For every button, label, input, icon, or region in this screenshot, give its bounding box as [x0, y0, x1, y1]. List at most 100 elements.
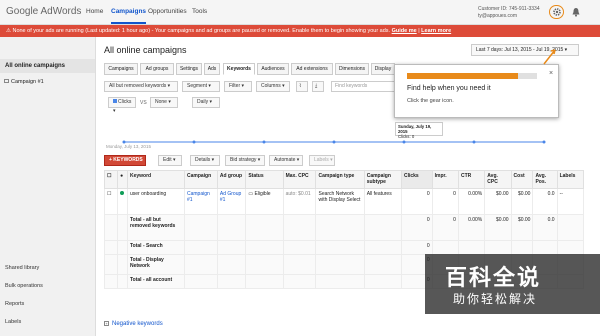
automate-dropdown[interactable]: Automate ▾: [269, 155, 303, 166]
edit-dropdown[interactable]: Edit ▾: [158, 155, 182, 166]
nav-opportunities[interactable]: Opportunities: [148, 8, 187, 15]
learn-more-link[interactable]: Learn more: [421, 28, 451, 34]
col-cost[interactable]: Cost: [510, 170, 534, 189]
row-status-dot[interactable]: [117, 188, 128, 215]
adwords-logo[interactable]: Google AdWords: [6, 6, 81, 17]
total-avg-cpc: $0.00: [484, 214, 512, 241]
cell-campaign-type: Search Network with Display Select: [315, 188, 365, 215]
cell-cost: $0.00: [510, 188, 534, 215]
col-labels[interactable]: Labels: [556, 170, 585, 189]
col-campaign[interactable]: Campaign: [183, 170, 218, 189]
details-dropdown[interactable]: Details ▾: [190, 155, 220, 166]
col-keyword[interactable]: Keyword: [127, 170, 185, 189]
col-status[interactable]: Status: [245, 170, 284, 189]
date-range-selector[interactable]: Last 7 days: Jul 13, 2015 - Jul 19, 2015…: [471, 44, 579, 56]
help-popup: × Find help when you need it Click the g…: [394, 64, 559, 118]
sidebar-campaign-item[interactable]: Campaign #1: [4, 79, 44, 85]
nav-campaigns[interactable]: Campaigns: [111, 8, 147, 24]
col-impr[interactable]: Impr.: [431, 170, 459, 189]
tab-ad-groups[interactable]: Ad groups: [140, 63, 174, 75]
sidebar-labels[interactable]: Labels: [5, 319, 21, 325]
tab-audiences[interactable]: Audiences: [257, 63, 289, 75]
watermark: 百科全说 助你轻松解决: [425, 254, 600, 314]
total-label: Total - all account: [127, 274, 185, 289]
chart-point[interactable]: [402, 140, 406, 144]
nav-home[interactable]: Home: [86, 8, 103, 15]
sidebar-campaign-label: Campaign #1: [11, 79, 44, 85]
col-ctr[interactable]: CTR: [457, 170, 486, 189]
select-all-checkbox[interactable]: ☐: [103, 170, 119, 189]
alert-banner: ⚠ None of your ads are running (Last upd…: [0, 25, 600, 37]
notification-bell-icon[interactable]: [571, 7, 581, 17]
metric2-dropdown[interactable]: None ▾: [150, 97, 178, 108]
filter-dropdown[interactable]: Filter ▾: [224, 81, 252, 92]
sidebar-bulk-operations[interactable]: Bulk operations: [5, 283, 43, 289]
arrow-pointer-icon: [543, 49, 556, 65]
nav-tools[interactable]: Tools: [192, 8, 207, 15]
expand-icon: +: [104, 321, 109, 326]
sidebar-shared-library[interactable]: Shared library: [5, 265, 39, 271]
tab-settings[interactable]: Settings: [176, 63, 202, 75]
cell-ad-group[interactable]: Ad Group #1: [216, 188, 247, 215]
labels-dropdown[interactable]: Labels ▾: [309, 155, 335, 166]
help-popup-text: Click the gear icon.: [407, 98, 454, 104]
bid-strategy-dropdown[interactable]: Bid strategy ▾: [225, 155, 265, 166]
tab-campaigns[interactable]: Campaigns: [104, 63, 138, 75]
chart-point[interactable]: [542, 140, 546, 144]
col-avg-cpc[interactable]: Avg. CPC: [484, 170, 512, 189]
total-row: Total - all but removed keywords 0 0 0.0…: [103, 214, 585, 241]
col-max-cpc[interactable]: Max. CPC: [282, 170, 317, 189]
tab-ads[interactable]: Ads: [204, 63, 220, 75]
tab-ad-extensions[interactable]: Ad extensions: [291, 63, 333, 75]
guide-me-link[interactable]: Guide me: [392, 28, 417, 34]
cell-avg-cpc: $0.00: [484, 188, 512, 215]
keyword-search-input[interactable]: Find keywords: [331, 81, 395, 92]
watermark-line2: 助你轻松解决: [453, 292, 538, 306]
chart-point[interactable]: [262, 140, 266, 144]
tab-display[interactable]: Display: [371, 63, 395, 75]
warning-icon: ⚠: [6, 28, 11, 34]
col-campaign-subtype[interactable]: Campaign subtype: [363, 170, 402, 189]
sidebar-all-campaigns[interactable]: All online campaigns: [0, 59, 95, 73]
metric2-label: None: [155, 99, 167, 105]
sidebar-reports[interactable]: Reports: [5, 301, 24, 307]
cell-max-cpc[interactable]: auto: $0.01: [282, 188, 317, 215]
status-dot-header: ●: [117, 170, 128, 189]
customer-info[interactable]: Customer ID: 745-911-3334 ty@appoues.com: [478, 6, 540, 20]
table-row: ☐ user onboarding Campaign #1 Ad Group #…: [103, 188, 585, 215]
col-clicks[interactable]: Clicks: [400, 170, 433, 189]
close-icon[interactable]: ×: [549, 70, 553, 77]
total-row: Total - Search 0: [103, 240, 585, 255]
period-label: Daily: [197, 99, 209, 105]
chart-point[interactable]: [332, 140, 336, 144]
line-chart-icon[interactable]: ⌇: [296, 81, 308, 92]
chevron-down-icon: ▾: [564, 47, 568, 53]
chart-point[interactable]: [192, 140, 196, 144]
total-clicks: 0: [400, 214, 433, 241]
cell-keyword[interactable]: user onboarding: [127, 188, 185, 215]
columns-dropdown[interactable]: Columns ▾: [256, 81, 290, 92]
comment-icon[interactable]: ▭: [248, 191, 253, 197]
period-dropdown[interactable]: Daily ▾: [192, 97, 220, 108]
segment-dropdown[interactable]: Segment ▾: [182, 81, 220, 92]
cell-campaign[interactable]: Campaign #1: [183, 188, 218, 215]
add-keywords-button[interactable]: + KEYWORDS: [104, 155, 146, 166]
metric1-dropdown[interactable]: Clicks ▾: [108, 97, 136, 114]
col-ad-group[interactable]: Ad group: [216, 170, 247, 189]
tab-keywords[interactable]: Keywords: [223, 63, 255, 75]
col-avg-pos[interactable]: Avg. Pos.: [532, 170, 558, 189]
tooltip-date: Sunday, July 19, 2015: [398, 124, 432, 134]
negative-keywords-toggle[interactable]: + Negative keywords: [104, 321, 163, 327]
details-label: Details: [195, 157, 211, 163]
blue-legend-icon: [113, 99, 117, 103]
total-cost: $0.00: [510, 214, 534, 241]
chart-point[interactable]: [472, 140, 476, 144]
automate-label: Automate: [274, 157, 296, 163]
watermark-line1: 百科全说: [445, 265, 542, 290]
sidebar: « All online campaigns Campaign #1 Share…: [0, 37, 96, 336]
tab-dimensions[interactable]: Dimensions: [335, 63, 369, 75]
col-campaign-type[interactable]: Campaign type: [315, 170, 365, 189]
download-icon[interactable]: ⤓: [312, 81, 324, 92]
row-checkbox[interactable]: ☐: [103, 188, 119, 215]
status-filter-dropdown[interactable]: All but removed keywords ▾: [104, 81, 178, 92]
